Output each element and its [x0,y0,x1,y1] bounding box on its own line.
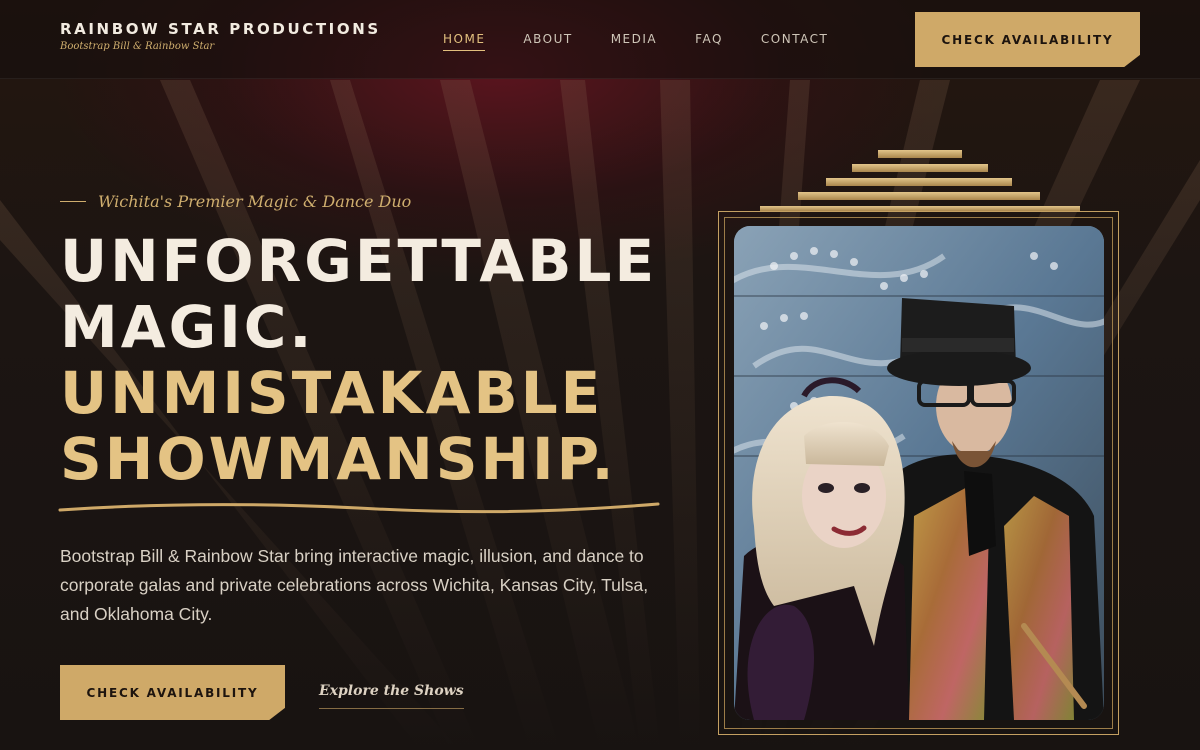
hero-headline: UNFORGETTABLE MAGIC. UNMISTAKABLE SHOWMA… [60,228,700,492]
headline-line-2: MAGIC. [60,293,315,361]
headline-line-4: SHOWMANSHIP. [60,425,617,493]
performers-photo [734,226,1104,720]
check-availability-header-button[interactable]: CHECK AVAILABILITY [915,12,1140,67]
nav-about[interactable]: ABOUT [523,32,572,51]
performers-illustration [734,226,1104,720]
brand-subtitle: Bootstrap Bill & Rainbow Star [60,41,215,52]
nav-faq[interactable]: FAQ [695,32,723,51]
hero-description: Bootstrap Bill & Rainbow Star bring inte… [60,546,649,624]
brand-logo[interactable]: RAINBOW STAR PRODUCTIONS Bootstrap Bill … [60,20,381,52]
explore-shows-link[interactable]: Explore the Shows [319,683,464,709]
art-deco-steps-ornament [760,150,1080,211]
nav-media[interactable]: MEDIA [611,32,657,51]
tagline-dash [60,201,86,202]
nav-home[interactable]: HOME [443,32,486,51]
brand-name: RAINBOW STAR PRODUCTIONS [60,20,381,38]
hero-tagline: Wichita's Premier Magic & Dance Duo [60,192,411,211]
tagline-text: Wichita's Premier Magic & Dance Duo [98,192,412,211]
site-header: RAINBOW STAR PRODUCTIONS Bootstrap Bill … [0,0,1200,79]
main-nav: HOME ABOUT MEDIA FAQ CONTACT [443,32,866,51]
check-availability-button[interactable]: CHECK AVAILABILITY [60,665,285,720]
headline-underline-squiggle [58,502,660,514]
nav-contact[interactable]: CONTACT [761,32,828,51]
headline-line-3: UNMISTAKABLE [60,359,604,427]
headline-line-1: UNFORGETTABLE [60,227,658,295]
